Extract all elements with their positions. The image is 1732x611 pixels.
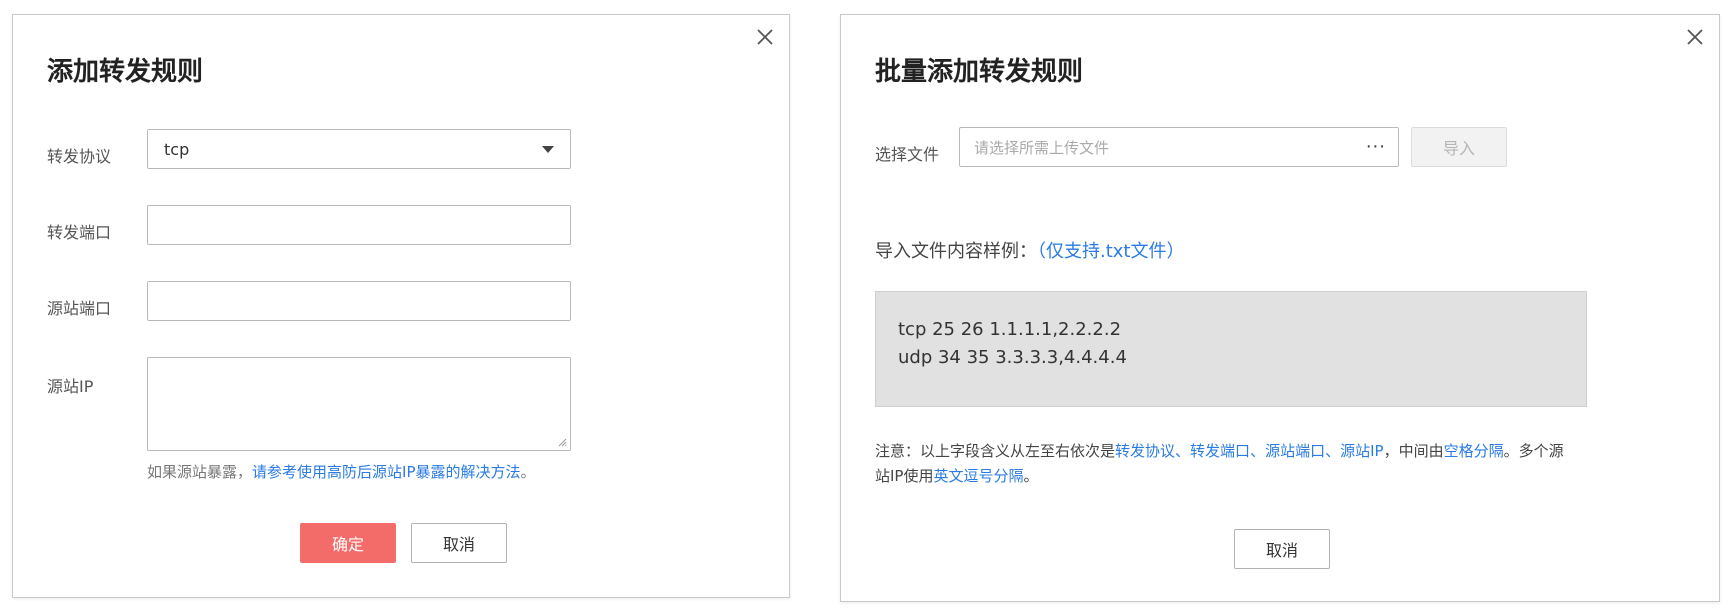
sample-line: udp 34 35 3.3.3.3,4.4.4.4 <box>898 347 1127 368</box>
file-label: 选择文件 <box>875 145 940 164</box>
confirm-button[interactable]: 确定 <box>300 523 396 563</box>
add-forward-rule-dialog: 添加转发规则 转发协议 tcp 转发端口 源站端口 源站IP 如果源站暴露，请参… <box>12 14 790 598</box>
field-note: 注意：以上字段含义从左至右依次是转发协议、转发端口、源站端口、源站IP，中间由空… <box>875 439 1705 489</box>
sample-note: （仅支持.txt文件） <box>1037 241 1185 262</box>
solution-link[interactable]: 请参考使用高防后源站IP暴露的解决方法 <box>252 463 520 481</box>
protocol-select[interactable]: tcp <box>147 129 571 169</box>
note-text: ，中间由 <box>1383 442 1444 460</box>
note-link-comma: 英文逗号分隔 <box>933 467 1024 485</box>
sample-title: 导入文件内容样例： <box>875 241 1037 262</box>
note-separator: 、 <box>1175 442 1191 460</box>
protocol-value: tcp <box>164 139 190 159</box>
batch-add-forward-rule-dialog: 批量添加转发规则 选择文件 请选择所需上传文件 ··· 导入 导入文件内容样例：… <box>840 14 1720 602</box>
cancel-button[interactable]: 取消 <box>1234 529 1330 569</box>
sample-heading: 导入文件内容样例：（仅支持.txt文件） <box>875 237 1185 263</box>
note-text: 站IP使用 <box>875 467 934 485</box>
file-select-input[interactable]: 请选择所需上传文件 ··· <box>959 127 1399 167</box>
note-link-forward-port: 转发端口 <box>1190 442 1251 460</box>
note-separator: 、 <box>1250 442 1266 460</box>
source-port-label: 源站端口 <box>47 299 112 318</box>
chevron-down-icon <box>542 146 554 153</box>
source-port-input[interactable] <box>147 281 571 321</box>
note-link-source-port: 源站端口 <box>1265 442 1326 460</box>
import-button[interactable]: 导入 <box>1411 127 1507 167</box>
note-link-source-ip: 源站IP <box>1340 442 1384 460</box>
forward-port-input[interactable] <box>147 205 571 245</box>
note-link-space: 空格分隔 <box>1443 442 1504 460</box>
note-text: 。多个源 <box>1503 442 1564 460</box>
protocol-label: 转发协议 <box>47 147 112 166</box>
forward-port-label: 转发端口 <box>47 223 112 242</box>
note-link-protocol: 转发协议 <box>1115 442 1176 460</box>
hint-prefix: 如果源站暴露， <box>147 463 253 481</box>
dialog-title: 添加转发规则 <box>47 57 204 87</box>
hint-suffix: 。 <box>520 463 536 481</box>
source-ip-textarea[interactable] <box>147 357 571 451</box>
source-ip-label: 源站IP <box>47 377 94 396</box>
note-text: 。 <box>1023 467 1039 485</box>
source-ip-hint: 如果源站暴露，请参考使用高防后源站IP暴露的解决方法。 <box>147 461 536 482</box>
more-icon[interactable]: ··· <box>1366 137 1386 158</box>
sample-content-box: tcp 25 26 1.1.1.1,2.2.2.2 udp 34 35 3.3.… <box>875 291 1587 407</box>
cancel-button[interactable]: 取消 <box>411 523 507 563</box>
close-icon[interactable] <box>753 25 777 49</box>
resize-handle-icon[interactable] <box>557 437 567 447</box>
dialog-title: 批量添加转发规则 <box>875 57 1084 87</box>
sample-line: tcp 25 26 1.1.1.1,2.2.2.2 <box>898 319 1122 340</box>
close-icon[interactable] <box>1683 25 1707 49</box>
note-text: 注意：以上字段含义从左至右依次是 <box>875 442 1116 460</box>
note-separator: 、 <box>1325 442 1341 460</box>
file-placeholder: 请选择所需上传文件 <box>974 138 1110 157</box>
